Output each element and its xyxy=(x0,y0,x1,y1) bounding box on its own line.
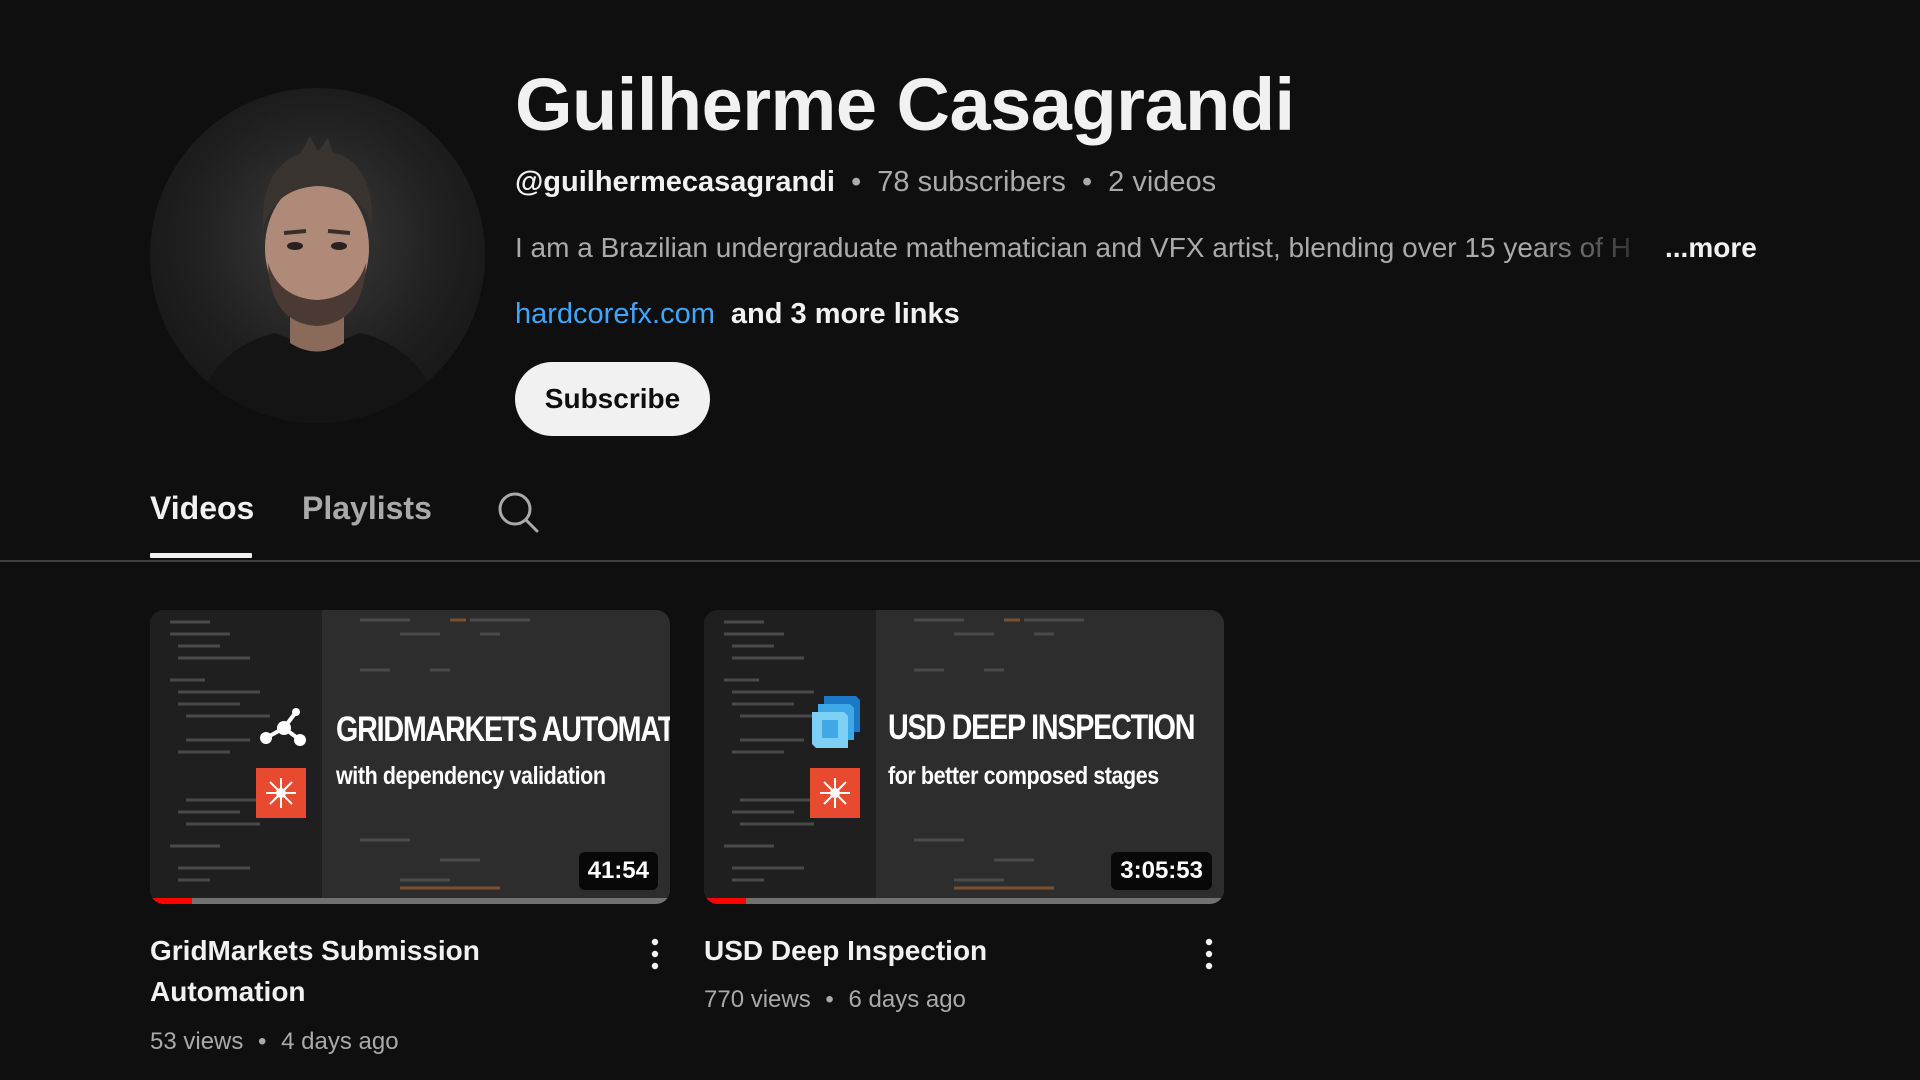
video-title[interactable]: GridMarkets Submission Automation xyxy=(150,930,610,1012)
channel-links: hardcorefx.com and 3 more links xyxy=(515,298,960,331)
channel-website-link[interactable]: hardcorefx.com xyxy=(515,298,715,330)
thumbnail-headline: USD DEEP INSPECTION xyxy=(888,708,1195,747)
thumbnail-subline: with dependency validation xyxy=(336,762,606,790)
subscribe-button[interactable]: Subscribe xyxy=(515,362,710,436)
description-more-link[interactable]: ...more xyxy=(1665,232,1757,264)
channel-handle: @guilhermecasagrandi xyxy=(515,166,835,198)
watch-progress-track xyxy=(704,898,1224,904)
more-vert-icon[interactable] xyxy=(640,934,670,974)
fx-logo-icon xyxy=(256,768,306,818)
tab-playlists[interactable]: Playlists xyxy=(302,490,432,527)
meta-separator: • xyxy=(851,166,862,198)
video-duration: 41:54 xyxy=(578,852,658,890)
tab-videos[interactable]: Videos xyxy=(150,490,254,527)
video-card: USD DEEP INSPECTION for better composed … xyxy=(704,610,1224,1013)
more-links-link[interactable]: and 3 more links xyxy=(731,298,960,330)
subscriber-count: 78 subscribers xyxy=(877,166,1066,198)
video-thumbnail[interactable]: USD DEEP INSPECTION for better composed … xyxy=(704,610,1224,904)
view-count: 53 views xyxy=(150,1028,244,1055)
video-meta: 770 views • 6 days ago xyxy=(704,986,966,1014)
channel-description[interactable]: I am a Brazilian undergraduate mathemati… xyxy=(515,232,1760,272)
stacked-layers-icon xyxy=(812,696,860,748)
search-icon[interactable] xyxy=(496,490,540,534)
watch-progress-track xyxy=(150,898,670,904)
video-duration: 3:05:53 xyxy=(1111,852,1212,890)
upload-age: 4 days ago xyxy=(281,1028,399,1055)
more-vert-icon[interactable] xyxy=(1194,934,1224,974)
thumbnail-subline: for better composed stages xyxy=(888,762,1159,790)
meta-separator: • xyxy=(1081,166,1093,198)
video-title[interactable]: USD Deep Inspection xyxy=(704,930,1164,971)
video-meta: 53 views • 4 days ago xyxy=(150,1028,399,1056)
channel-avatar[interactable] xyxy=(150,88,485,423)
description-text: I am a Brazilian undergraduate mathemati… xyxy=(515,232,1631,263)
node-graph-icon xyxy=(260,708,306,746)
upload-age: 6 days ago xyxy=(848,986,966,1013)
video-thumbnail[interactable]: GRIDMARKETS AUTOMATION with dependency v… xyxy=(150,610,670,904)
channel-meta: @guilhermecasagrandi • 78 subscribers • … xyxy=(515,166,1216,199)
channel-tabs: Videos Playlists xyxy=(0,470,1920,562)
meta-separator: • xyxy=(258,1028,267,1055)
watch-progress-bar xyxy=(704,898,746,904)
active-tab-indicator xyxy=(150,553,252,558)
video-card: GRIDMARKETS AUTOMATION with dependency v… xyxy=(150,610,670,1055)
meta-separator: • xyxy=(825,986,834,1013)
video-count: 2 videos xyxy=(1108,166,1217,198)
fx-logo-icon xyxy=(810,768,860,818)
channel-name: Guilherme Casagrandi xyxy=(515,63,1295,146)
watch-progress-bar xyxy=(150,898,192,904)
thumbnail-headline: GRIDMARKETS AUTOMATION xyxy=(336,710,670,749)
view-count: 770 views xyxy=(704,986,811,1013)
avatar-portrait xyxy=(190,136,445,423)
